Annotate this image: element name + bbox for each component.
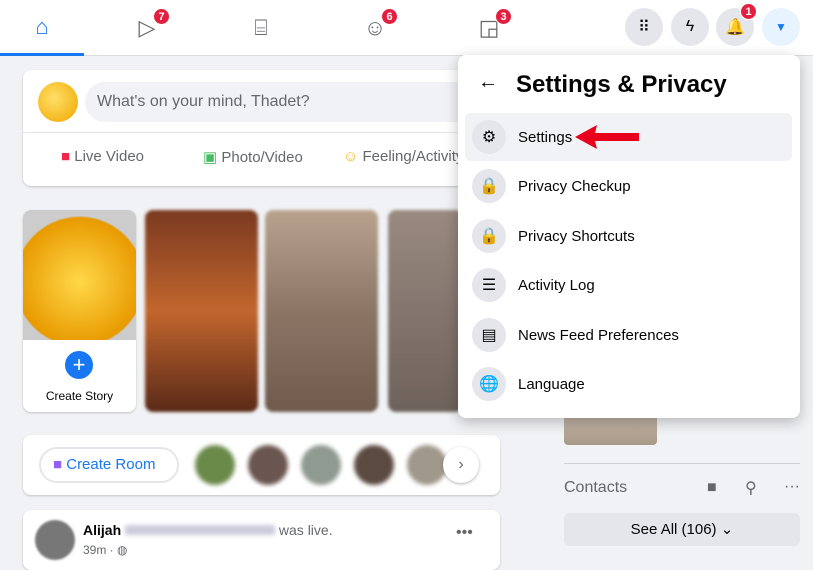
friend-avatar[interactable] bbox=[301, 445, 341, 485]
gear-icon: ⚙ bbox=[472, 120, 506, 154]
gaming-badge: 3 bbox=[495, 8, 512, 25]
create-story-label: Create Story bbox=[45, 389, 114, 403]
rooms-card: ■ Create Room › bbox=[23, 435, 500, 495]
post-time: 39m · ◍ bbox=[83, 543, 128, 557]
tab-gaming[interactable]: ◲ 3 bbox=[447, 0, 531, 56]
video-plus-icon: ■ bbox=[53, 456, 63, 473]
tab-home[interactable]: ⌂ bbox=[0, 0, 84, 56]
more-options-icon[interactable]: ••• bbox=[456, 524, 473, 542]
red-arrow-annotation bbox=[575, 125, 639, 149]
menu-item-news-feed-preferences[interactable]: ▤ News Feed Preferences bbox=[465, 311, 792, 359]
messenger-button[interactable]: ϟ bbox=[671, 8, 709, 46]
menu-item-privacy-checkup[interactable]: 🔒 Privacy Checkup bbox=[465, 162, 792, 210]
globe-icon: ◍ bbox=[117, 543, 128, 557]
live-video-icon: ■ bbox=[61, 148, 71, 165]
menu-title: Settings & Privacy bbox=[516, 71, 727, 98]
create-room-button[interactable]: ■ Create Room bbox=[39, 447, 179, 483]
tab-marketplace[interactable]: ⌸ bbox=[219, 0, 303, 56]
next-button[interactable]: › bbox=[443, 447, 479, 483]
live-video-button[interactable]: ■ Live Video bbox=[61, 148, 144, 165]
groups-badge: 6 bbox=[381, 8, 398, 25]
account-button[interactable]: ▼ bbox=[762, 8, 800, 46]
friend-avatar[interactable] bbox=[354, 445, 394, 485]
list-icon: ☰ bbox=[472, 268, 506, 302]
friend-avatar[interactable] bbox=[195, 445, 235, 485]
friend-avatar[interactable] bbox=[248, 445, 288, 485]
new-room-icon[interactable]: ■ bbox=[707, 479, 717, 497]
lock-heart-icon: 🔒 bbox=[472, 169, 506, 203]
composer-card: What's on your mind, Thadet? ■ Live Vide… bbox=[23, 70, 500, 186]
tab-groups[interactable]: ☺ 6 bbox=[333, 0, 417, 56]
home-icon: ⌂ bbox=[35, 13, 49, 39]
story-card[interactable] bbox=[145, 210, 258, 412]
feeling-icon: ☺ bbox=[343, 148, 359, 165]
post-header: Alijah was live. bbox=[83, 522, 333, 538]
search-icon[interactable]: ⚲ bbox=[745, 478, 757, 498]
top-nav: ⌂ ▷ 7 ⌸ ☺ 6 ◲ 3 ⠿ ϟ 🔔 1 ▼ bbox=[0, 0, 813, 56]
menu-item-privacy-shortcuts[interactable]: 🔒 Privacy Shortcuts bbox=[465, 212, 792, 260]
author-name[interactable]: Alijah bbox=[83, 522, 121, 538]
settings-privacy-menu: ← Settings & Privacy ⚙ Settings 🔒 Privacy … bbox=[458, 55, 800, 418]
story-card[interactable] bbox=[388, 210, 463, 412]
photo-video-button[interactable]: ▣ Photo/Video bbox=[203, 148, 303, 166]
contacts-title: Contacts bbox=[564, 479, 628, 496]
more-icon[interactable]: ··· bbox=[784, 478, 800, 496]
story-image bbox=[23, 210, 136, 340]
menu-item-language[interactable]: 🌐 Language bbox=[465, 360, 792, 408]
composer-input[interactable]: What's on your mind, Thadet? bbox=[85, 82, 485, 122]
photo-icon: ▣ bbox=[203, 149, 218, 166]
see-all-button[interactable]: See All (106) ⌄ bbox=[564, 513, 800, 546]
globe-icon: 🌐 bbox=[472, 367, 506, 401]
caret-down-icon: ▼ bbox=[775, 20, 787, 34]
lock-icon: 🔒 bbox=[472, 219, 506, 253]
plus-icon: + bbox=[62, 348, 96, 382]
chevron-down-icon: ⌄ bbox=[720, 521, 734, 538]
notifications-badge: 1 bbox=[740, 3, 757, 20]
story-card[interactable] bbox=[265, 210, 378, 412]
watch-badge: 7 bbox=[153, 8, 170, 25]
author-avatar[interactable] bbox=[35, 520, 75, 560]
store-icon: ⌸ bbox=[254, 15, 268, 40]
avatar bbox=[38, 82, 78, 122]
grid-icon: ⠿ bbox=[638, 19, 650, 36]
bell-icon: 🔔 bbox=[725, 19, 745, 36]
create-story-card[interactable]: + Create Story bbox=[23, 210, 136, 412]
tab-watch[interactable]: ▷ 7 bbox=[105, 0, 189, 56]
menu-item-activity-log[interactable]: ☰ Activity Log bbox=[465, 261, 792, 309]
menu-button[interactable]: ⠿ bbox=[625, 8, 663, 46]
back-icon[interactable]: ← bbox=[478, 71, 498, 94]
feed-icon: ▤ bbox=[472, 318, 506, 352]
friend-avatar[interactable] bbox=[407, 445, 447, 485]
chevron-right-icon: › bbox=[458, 456, 464, 473]
messenger-icon: ϟ bbox=[685, 18, 695, 35]
post-card: Alijah was live. 39m · ◍ ••• bbox=[23, 510, 500, 570]
